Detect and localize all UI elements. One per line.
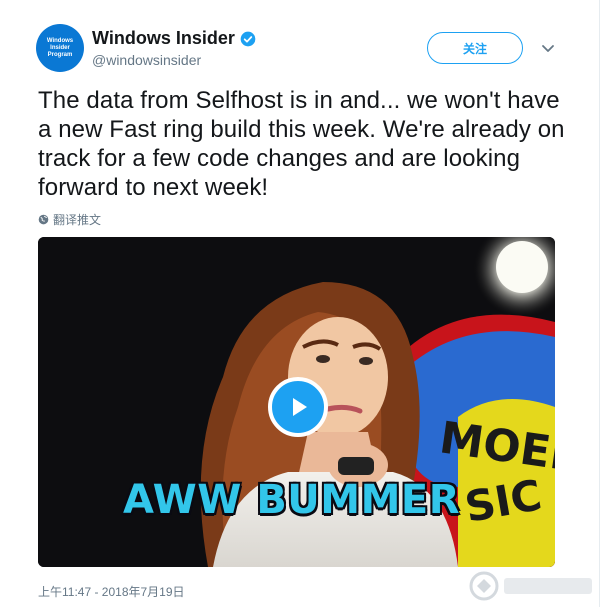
avatar-line-3: Program xyxy=(47,51,73,58)
avatar[interactable]: Windows Insider Program xyxy=(36,24,84,72)
translate-label: 翻译推文 xyxy=(53,213,102,227)
play-icon xyxy=(293,398,307,416)
translate-tweet-link[interactable]: 翻译推文 xyxy=(38,211,101,228)
media-gif[interactable]: MOEBA SIC AWW BUMMER xyxy=(38,237,555,567)
globe-icon xyxy=(38,214,49,225)
tweet-timestamp[interactable]: 上午11:47 - 2018年7月19日 xyxy=(38,583,185,600)
tweet-card: Windows Insider Program Windows Insider … xyxy=(0,0,600,607)
author-display-name[interactable]: Windows Insider xyxy=(92,28,235,49)
chevron-down-icon[interactable] xyxy=(540,40,556,56)
follow-button[interactable]: 关注 xyxy=(427,32,523,64)
avatar-line-2: Insider xyxy=(50,44,70,51)
verified-badge-icon xyxy=(240,31,256,46)
site-watermark-logo xyxy=(469,571,592,601)
avatar-line-1: Windows xyxy=(46,37,74,44)
gif-caption: AWW BUMMER xyxy=(122,477,461,523)
tweet-text: The data from Selfhost is in and... we w… xyxy=(38,87,565,201)
author-handle[interactable]: @windowsinsider xyxy=(92,52,201,68)
author-name-row[interactable]: Windows Insider xyxy=(92,28,256,49)
play-button[interactable] xyxy=(268,377,328,437)
